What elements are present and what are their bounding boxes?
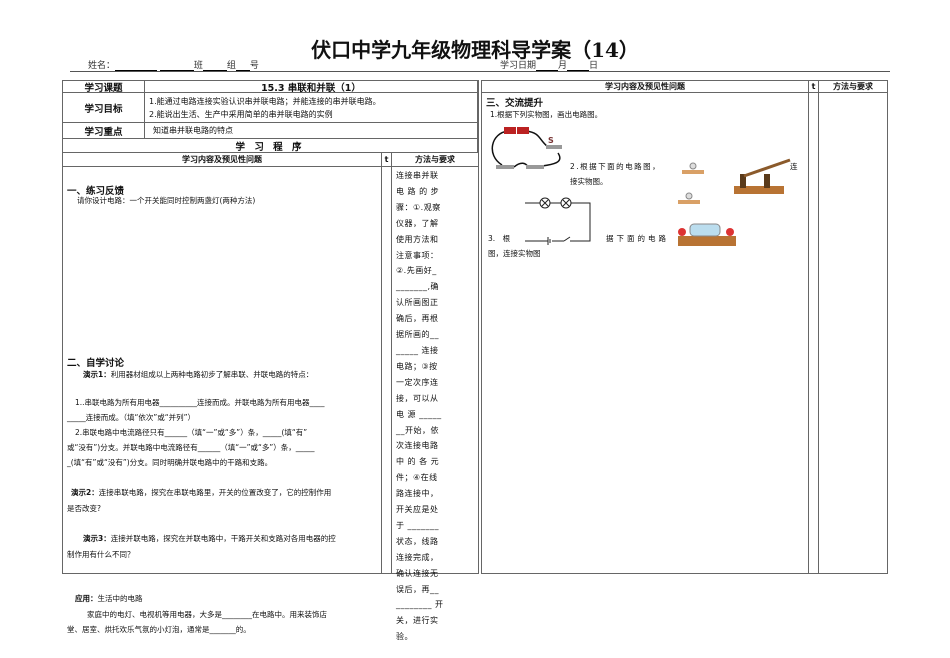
method-step-line: 次连接电路 (396, 441, 439, 451)
method-step-line: 一定次序连 (396, 377, 439, 387)
left-content-cell: 一、练习反馈 请你设计电路：一个开关能同时控制两盏灯(两种方法) 二、自学讨论 … (63, 167, 382, 634)
demo-3-label: 演示3： (83, 534, 111, 543)
method-steps: 连接串并联电 路 的 步骤：①.观察 仪器，了解使用方法和注意事项： ②.先画好_ _… (392, 167, 478, 641)
method-step-line: 验。 (396, 632, 413, 642)
focus-label: 学习重点 (63, 123, 145, 139)
group-blank[interactable] (202, 61, 227, 71)
goal-item: 2.能说出生活、生产中采用简单的串并联电路的实例 (149, 110, 333, 119)
method-step-line: _______,确 (396, 282, 440, 292)
physical-components-illustration (678, 158, 791, 246)
method-step-line: 中 的 各 元 (396, 457, 440, 467)
method-step-line: 电 源 _____ (396, 409, 442, 419)
method-step-line: 据所画的__ (396, 330, 439, 340)
method-step-line: 误后，再__ (396, 584, 439, 594)
goal-label: 学习目标 (63, 93, 145, 123)
switch-label: S (548, 136, 554, 145)
method-step-line: 确认连接无 (396, 568, 439, 578)
method-step-line: _____ 连接 (396, 345, 439, 355)
goal-item: 1.能通过电路连接实验认识串并联电路；并能连接的串并联电路。 (149, 97, 381, 106)
number-label: 号 (249, 61, 259, 71)
right-method-cell (819, 93, 887, 573)
method-step-line: 于 _______ (396, 520, 440, 530)
day-label: 日 (589, 61, 599, 71)
demo-1-label: 演示1： (83, 370, 111, 379)
application-title: 生活中的电路 (97, 594, 143, 603)
method-step-line: 电 路 的 步 (396, 186, 440, 196)
date-info: 学习日期 月 日 (500, 58, 598, 71)
number-blank[interactable] (235, 61, 250, 71)
method-step-line: 使用方法和 (396, 234, 439, 244)
left-t-cell (382, 167, 392, 573)
student-info: 姓名： 班 组 号 (88, 58, 259, 71)
procedure-heading: 学 习 程 序 (63, 139, 478, 153)
document-page: 伏口中学九年级物理科导学案（14） 姓名： 班组号 学习日期月日 学习课题 15… (0, 0, 950, 658)
focus-value: 知道串并联电路的特点 (145, 123, 478, 139)
method-step-line: 路连接中， (396, 489, 439, 499)
right-t-cell (809, 93, 819, 573)
method-step-line: 关，进行实 (396, 616, 439, 626)
name-label: 姓名： (88, 61, 116, 71)
circuit-diagram (525, 197, 591, 245)
left-table: 学习课题 15.3 串联和并联（1） 学习目标 1.能通过电路连接实验认识串并联… (62, 80, 479, 641)
method-step-line: 确后，再根 (396, 314, 439, 324)
physical-circuit-illustration: S (491, 127, 562, 169)
t-column-header: t (382, 153, 392, 167)
question-2-text: 接实物图。 (570, 177, 608, 186)
question-3-text: 图，连接实物图 (488, 249, 541, 258)
question-2-line: 或“没有”)分支。并联电路中电流路径有______（填“一”或“多”）条，___… (67, 443, 315, 452)
method-step-line: 骤：①.观察 (396, 202, 441, 212)
question-1-text: 1.根据下列实物图，画出电路图。 (490, 110, 603, 119)
question-2-line: 2.串联电路中电流路径只有______（填“一”或“多”）条，_____(填“有… (75, 428, 308, 437)
month-blank[interactable] (536, 61, 559, 71)
t-column-header: t (809, 81, 819, 93)
section-1-text: 请你设计电路：一个开关能同时控制两盏灯(两种方法) (77, 196, 256, 205)
method-step-line: 注意事项： (396, 250, 439, 260)
demo-2-text: 是否改变? (67, 504, 101, 513)
method-step-line: 认所画图正 (396, 298, 439, 308)
right-content-cell: 三、交流提升 1.根据下列实物图，画出电路图。 S 2.根据下面的电路图， 连 … (482, 93, 809, 573)
header-divider (70, 71, 890, 72)
demo-2-label: 演示2： (71, 488, 99, 497)
question-1-line: _____连接而成。（填“依次”或“并列”） (67, 413, 196, 422)
month-label: 月 (558, 61, 568, 71)
demo-3-text: 连接并联电路，探究在并联电路中，干路开关和支路对各用电器的控 (110, 534, 336, 543)
right-table: 学习内容及预见性问题 t 方法与要求 三、交流提升 1.根据下列实物图，画出电路… (481, 80, 888, 574)
demo-1-text: 利用器材组成以上两种电路初步了解串联、并联电路的特点： (110, 370, 314, 379)
goal-list: 1.能通过电路连接实验认识串并联电路；并能连接的串并联电路。 2.能说出生活、生产… (145, 93, 478, 123)
class-blank[interactable] (159, 61, 194, 71)
method-step-line: ________ 开 (396, 600, 444, 610)
content-column-header: 学习内容及预见性问题 (482, 81, 809, 93)
day-blank[interactable] (567, 61, 590, 71)
application-line: 家庭中的电灯、电视机等用电器，大多是________在电路中。用来装饰店 (87, 610, 327, 619)
method-column-header: 方法与要求 (819, 81, 887, 93)
date-label: 学习日期 (500, 61, 537, 71)
method-step-line: 连接完成， (396, 552, 439, 562)
method-step-line: 件；④在线 (396, 473, 438, 483)
method-step-line: 连接串并联 (396, 171, 439, 180)
content-column-header: 学习内容及预见性问题 (63, 153, 382, 167)
method-step-line: ②.先画好_ (396, 266, 437, 276)
application-line: 堂、居室、烘托欢乐气氛的小灯泡，通常是_______的。 (67, 625, 251, 634)
method-step-line: __开始，依 (396, 425, 439, 435)
method-step-line: 开关应是处 (396, 505, 439, 515)
demo-3-text: 制作用有什么不同？ (67, 550, 135, 559)
class-label: 班 (193, 61, 203, 71)
method-step-line: 电路；③按 (396, 361, 438, 371)
application-label: 应用： (75, 594, 98, 603)
question-2-text: 2.根据下面的电路图， (570, 162, 662, 171)
method-step-line: 仪器，了解 (396, 218, 439, 228)
question-2-line: _(填“有”或“没有”)分支。同时明确并联电路中的干路和支路。 (67, 458, 273, 467)
topic-label: 学习课题 (63, 81, 145, 94)
method-column-header: 方法与要求 (392, 153, 478, 167)
question-1-line: 1..串联电路为所有用电器__________连接而成。并联电路为所有用电器__… (75, 398, 325, 407)
question-3-text: 3. 根 (488, 234, 511, 243)
method-step-line: 接，可以从 (396, 393, 439, 403)
topic-value: 15.3 串联和并联（1） (145, 81, 478, 94)
name-blank[interactable] (115, 61, 158, 71)
method-step-line: 状态，线路 (396, 536, 439, 546)
group-label: 组 (226, 61, 236, 71)
demo-2-text: 连接串联电路，探究在串联电路里，开关的位置改变了，它的控制作用 (98, 488, 332, 497)
question-3-text: 据下面的电路 (606, 234, 669, 243)
